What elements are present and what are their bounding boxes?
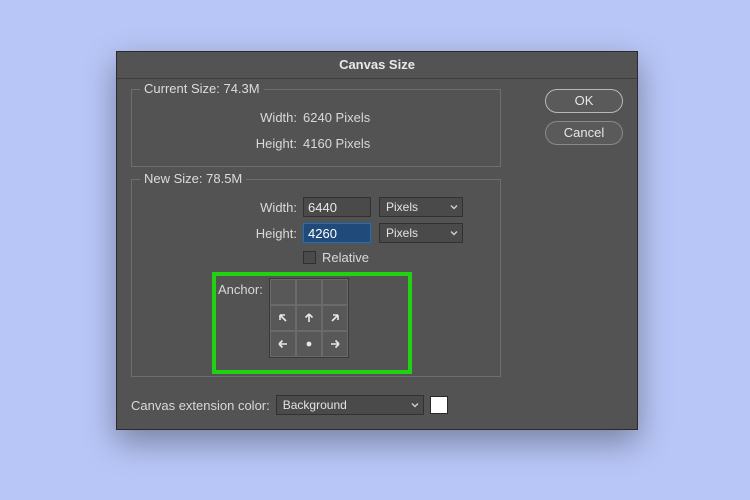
anchor-cell-mid-left[interactable] <box>270 305 296 331</box>
anchor-cell-top-left[interactable] <box>270 279 296 305</box>
anchor-origin-dot-icon <box>301 336 317 352</box>
anchor-cell-mid-right[interactable] <box>322 305 348 331</box>
extension-color-swatch[interactable] <box>430 396 448 414</box>
current-width-value: 6240 Pixels <box>303 110 370 125</box>
extension-color-row: Canvas extension color: Background <box>131 393 448 417</box>
new-width-label: Width: <box>142 200 303 215</box>
new-width-unit-value: Pixels <box>386 200 418 214</box>
current-height-value: 4160 Pixels <box>303 136 370 151</box>
anchor-label: Anchor: <box>218 278 263 297</box>
relative-label: Relative <box>322 250 369 265</box>
anchor-cell-bottom-center[interactable] <box>296 331 322 357</box>
new-height-unit-select[interactable]: Pixels <box>379 223 463 243</box>
new-size-legend: New Size: 78.5M <box>140 171 246 186</box>
new-height-unit-value: Pixels <box>386 226 418 240</box>
chevron-down-icon <box>450 229 458 237</box>
dialog-title: Canvas Size <box>117 52 637 79</box>
current-size-group: Current Size: 74.3M Width: 6240 Pixels H… <box>131 89 501 167</box>
new-height-input[interactable] <box>303 223 371 243</box>
anchor-cell-bottom-left[interactable] <box>270 331 296 357</box>
anchor-grid[interactable] <box>269 278 349 358</box>
arrow-up-right-icon <box>327 310 343 326</box>
extension-color-select[interactable]: Background <box>276 395 424 415</box>
new-width-input[interactable] <box>303 197 371 217</box>
extension-color-label: Canvas extension color: <box>131 398 270 413</box>
relative-checkbox[interactable] <box>303 251 316 264</box>
ok-button[interactable]: OK <box>545 89 623 113</box>
chevron-down-icon <box>411 401 419 409</box>
anchor-wrap: Anchor: <box>218 278 349 358</box>
button-column: OK Cancel <box>545 89 623 153</box>
arrow-up-icon <box>301 310 317 326</box>
anchor-cell-mid-center[interactable] <box>296 305 322 331</box>
new-width-unit-select[interactable]: Pixels <box>379 197 463 217</box>
current-size-legend: Current Size: 74.3M <box>140 81 264 96</box>
relative-row: Relative <box>303 250 490 265</box>
anchor-cell-top-right[interactable] <box>322 279 348 305</box>
new-size-group: New Size: 78.5M Width: Pixels Height: Pi… <box>131 179 501 377</box>
dialog-body: OK Cancel Current Size: 74.3M Width: 624… <box>117 79 637 429</box>
canvas-size-dialog: Canvas Size OK Cancel Current Size: 74.3… <box>116 51 638 430</box>
current-width-label: Width: <box>142 110 303 125</box>
extension-color-value: Background <box>283 398 347 412</box>
arrow-right-icon <box>327 336 343 352</box>
new-height-label: Height: <box>142 226 303 241</box>
current-height-label: Height: <box>142 136 303 151</box>
anchor-cell-top-center[interactable] <box>296 279 322 305</box>
chevron-down-icon <box>450 203 458 211</box>
arrow-left-icon <box>275 336 291 352</box>
arrow-up-left-icon <box>275 310 291 326</box>
anchor-cell-bottom-right[interactable] <box>322 331 348 357</box>
cancel-button[interactable]: Cancel <box>545 121 623 145</box>
